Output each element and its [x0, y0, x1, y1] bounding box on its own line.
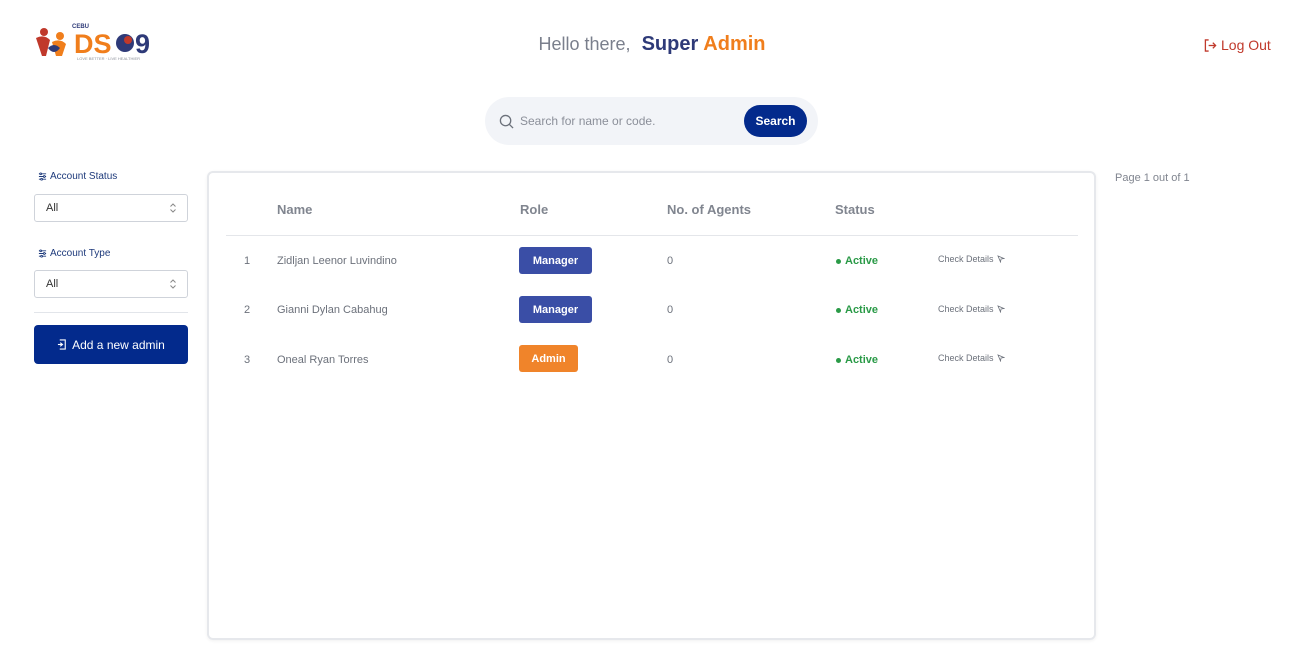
- check-details-label: Check Details: [938, 304, 994, 314]
- check-details-link[interactable]: Check Details: [938, 304, 1005, 314]
- account-type-select[interactable]: All: [34, 270, 188, 298]
- row-index: 3: [244, 354, 251, 366]
- row-agents: 0: [667, 304, 674, 316]
- status-badge: Active: [836, 304, 878, 316]
- pagination-label: Page 1 out of 1: [1115, 172, 1190, 184]
- status-text: Active: [845, 255, 879, 267]
- account-type-label: Account Type: [38, 248, 110, 259]
- row-agents: 0: [667, 255, 674, 267]
- role-badge: Admin: [519, 345, 578, 372]
- add-admin-button[interactable]: Add a new admin: [34, 325, 188, 364]
- search-icon: [499, 114, 514, 129]
- logout-label: Log Out: [1221, 37, 1271, 53]
- admin-table-panel: [207, 171, 1096, 640]
- role-badge: Manager: [519, 296, 592, 323]
- cursor-arrow-icon: [996, 354, 1005, 362]
- status-text: Active: [845, 304, 879, 316]
- svg-text:LOVE BETTER · LIVE HEALTHIER: LOVE BETTER · LIVE HEALTHIER: [77, 56, 140, 61]
- cursor-arrow-icon: [996, 305, 1005, 313]
- table-header-divider: [226, 235, 1078, 236]
- row-name: Zidljan Leenor Luvindino: [277, 255, 397, 267]
- filter-icon: [38, 172, 47, 181]
- greeting-prefix: Hello there,: [538, 34, 631, 54]
- row-name: Oneal Ryan Torres: [277, 354, 369, 366]
- check-details-link[interactable]: Check Details: [938, 353, 1005, 363]
- column-header-agents: No. of Agents: [667, 202, 752, 217]
- search-input[interactable]: [520, 114, 735, 128]
- greeting-name-second: Admin: [703, 33, 766, 55]
- status-text: Active: [845, 354, 879, 366]
- chevron-updown-icon: [170, 279, 176, 289]
- cursor-arrow-icon: [996, 255, 1005, 263]
- search-button[interactable]: Search: [744, 105, 807, 137]
- greeting-name-first: Super: [641, 33, 699, 55]
- account-type-value: All: [46, 278, 59, 290]
- row-agents: 0: [667, 354, 674, 366]
- status-badge: Active: [836, 255, 878, 267]
- status-dot: [836, 307, 841, 313]
- add-user-icon: [58, 339, 66, 350]
- status-dot: [836, 258, 841, 264]
- role-badge: Manager: [519, 247, 592, 274]
- account-status-value: All: [46, 202, 59, 214]
- column-header-name: Name: [277, 202, 313, 217]
- chevron-updown-icon: [170, 203, 176, 213]
- logout-icon: [1204, 38, 1217, 52]
- status-badge: Active: [836, 354, 878, 366]
- status-dot: [836, 357, 841, 363]
- filter-icon: [38, 249, 47, 258]
- sidebar-divider: [34, 312, 188, 313]
- check-details-label: Check Details: [938, 254, 994, 264]
- row-index: 2: [244, 304, 251, 316]
- logout-button[interactable]: Log Out: [1204, 37, 1271, 53]
- check-details-label: Check Details: [938, 353, 994, 363]
- greeting: Hello there, Super Admin: [0, 33, 1304, 56]
- account-status-text: Account Status: [50, 171, 118, 182]
- column-header-role: Role: [520, 202, 549, 217]
- row-name: Gianni Dylan Cabahug: [277, 304, 388, 316]
- account-status-label: Account Status: [38, 171, 117, 182]
- row-index: 1: [244, 255, 251, 267]
- account-type-text: Account Type: [50, 248, 111, 259]
- column-header-status: Status: [835, 202, 875, 217]
- search-bar: Search: [485, 97, 818, 145]
- check-details-link[interactable]: Check Details: [938, 254, 1005, 264]
- add-admin-label: Add a new admin: [72, 337, 165, 352]
- account-status-select[interactable]: All: [34, 194, 188, 222]
